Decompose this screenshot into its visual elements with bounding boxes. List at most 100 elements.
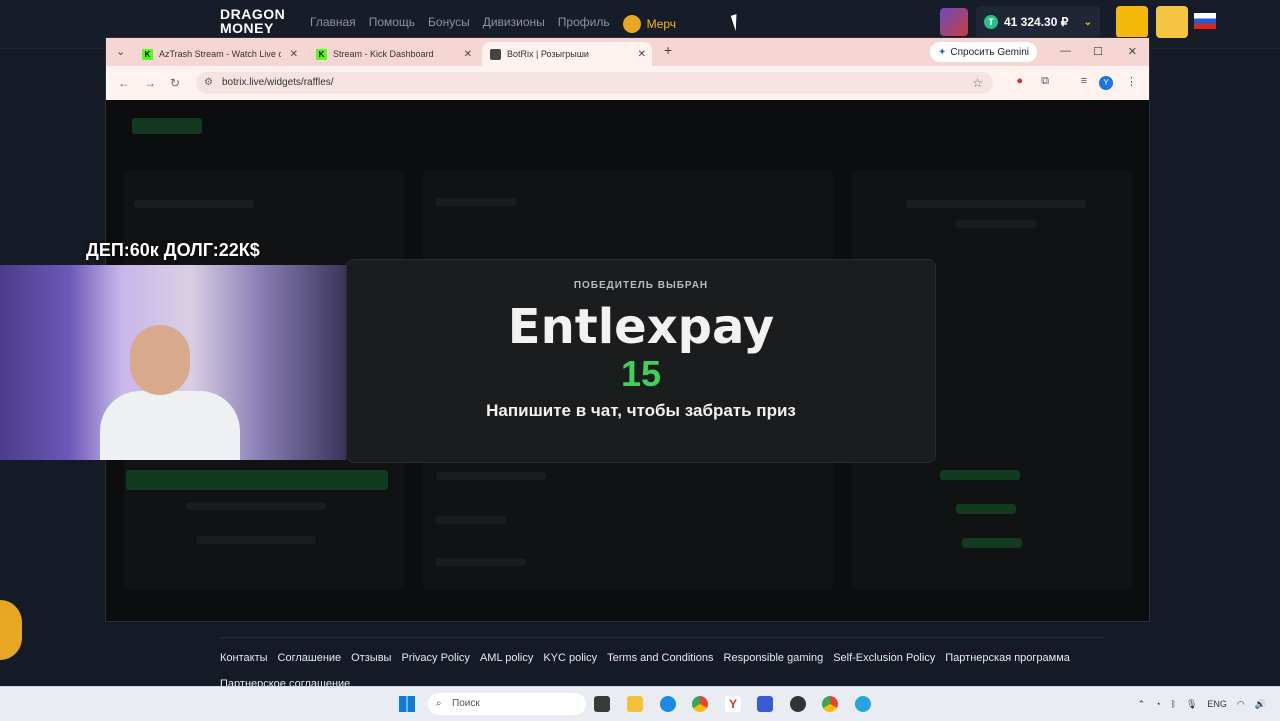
close-icon[interactable]: ✕ xyxy=(638,49,646,60)
edge-icon[interactable] xyxy=(660,696,676,712)
tab-bar: ⌄ K AzTrash Stream - Watch Live on ✕ K S… xyxy=(106,38,1149,66)
minimize-icon[interactable]: — xyxy=(1060,45,1071,57)
bg-button xyxy=(126,470,388,490)
new-tab-plus-icon[interactable]: + xyxy=(664,42,672,58)
site-info-icon[interactable]: ⚙ xyxy=(204,72,213,94)
bg-line xyxy=(436,198,516,206)
footer-link-self-exclusion[interactable]: Self-Exclusion Policy xyxy=(833,650,935,666)
chevron-down-icon: ⌄ xyxy=(1083,16,1092,28)
kick-icon: K xyxy=(142,48,153,60)
bookmark-star-icon[interactable]: ☆ xyxy=(972,72,983,94)
extension-icon[interactable]: ● xyxy=(1016,75,1023,87)
network-icon[interactable]: ◔ xyxy=(1155,699,1160,709)
maximize-icon[interactable]: ☐ xyxy=(1093,45,1103,58)
nav-profile[interactable]: Профиль xyxy=(558,15,610,33)
yandex-icon[interactable]: Y xyxy=(725,696,741,712)
russia-flag-icon[interactable] xyxy=(1194,13,1216,29)
footer-link-contacts[interactable]: Контакты xyxy=(220,650,268,666)
media-controls-icon[interactable]: ≡ xyxy=(1081,75,1087,87)
footer-link-responsible[interactable]: Responsible gaming xyxy=(724,650,824,666)
close-window-icon[interactable]: ✕ xyxy=(1128,45,1137,58)
chrome-icon[interactable] xyxy=(692,696,708,712)
tab-botrix-raffles[interactable]: BotRix | Розыгрыши ✕ xyxy=(482,42,652,66)
microphone-icon[interactable]: 🎙 xyxy=(1186,699,1197,710)
task-view-icon[interactable] xyxy=(594,696,610,712)
tab-aztrash-stream[interactable]: K AzTrash Stream - Watch Live on ✕ xyxy=(134,42,304,66)
logo-line-1: DRAGON xyxy=(220,6,286,22)
close-icon[interactable]: ✕ xyxy=(464,49,472,60)
botrix-icon xyxy=(490,48,501,60)
ask-gemini-button[interactable]: ✦ Спросить Gemini xyxy=(930,42,1037,62)
obs-icon[interactable] xyxy=(790,696,806,712)
balance-value: 41 324.30 ₽ xyxy=(1004,15,1069,29)
footer-link-agreement[interactable]: Соглашение xyxy=(278,650,342,666)
bg-line xyxy=(906,200,1086,208)
nav-divisions[interactable]: Дивизионы xyxy=(483,15,545,33)
nav-merch[interactable]: Мерч xyxy=(622,15,677,33)
ask-gemini-label: Спросить Gemini xyxy=(950,46,1029,58)
webcam-feed xyxy=(0,265,346,460)
address-bar: ← → ↻ ⚙ botrix.live/widgets/raffles/ ☆ ●… xyxy=(106,66,1149,100)
footer-link-reviews[interactable]: Отзывы xyxy=(351,650,391,666)
streamer-head xyxy=(130,325,190,395)
language-indicator[interactable]: ENG xyxy=(1207,699,1227,709)
nav-home[interactable]: Главная xyxy=(310,15,356,33)
bg-line xyxy=(186,502,326,510)
dragon-money-logo[interactable]: DRAGON MONEY xyxy=(220,7,290,35)
tab-title: Stream - Kick Dashboard xyxy=(333,49,434,59)
site-nav: Главная Помощь Бонусы Дивизионы Профиль … xyxy=(310,15,676,33)
reload-icon[interactable]: ↻ xyxy=(170,76,180,90)
volume-icon[interactable]: 🔊 xyxy=(1255,699,1266,710)
balance-dropdown[interactable]: T 41 324.30 ₽ ⌄ xyxy=(976,6,1100,38)
forward-icon[interactable]: → xyxy=(144,76,156,90)
wifi-icon[interactable]: ◠ xyxy=(1237,699,1245,710)
bg-bar xyxy=(962,538,1022,548)
nav-help[interactable]: Помощь xyxy=(369,15,415,33)
chart-app-icon[interactable] xyxy=(757,696,773,712)
footer-divider xyxy=(220,637,1105,638)
system-tray: ⌃ ◔ ᛒ 🎙 ENG ◠ 🔊 xyxy=(1138,687,1280,721)
file-explorer-icon[interactable] xyxy=(627,696,643,712)
nav-bonuses[interactable]: Бонусы xyxy=(428,15,470,33)
wallet-button[interactable] xyxy=(1116,6,1148,38)
claim-hint: Напишите в чат, чтобы забрать приз xyxy=(486,401,796,420)
claim-countdown: 15 xyxy=(620,353,662,394)
extensions-puzzle-icon[interactable]: ⧉ xyxy=(1041,75,1049,88)
search-icon: ⌕ xyxy=(436,698,442,709)
winner-name: Entlexpay xyxy=(507,299,775,355)
merch-label: Мерч xyxy=(646,17,677,31)
tab-search-icon[interactable]: ⌄ xyxy=(116,45,125,58)
footer-link-kyc[interactable]: KYC policy xyxy=(543,650,597,666)
telegram-icon[interactable] xyxy=(855,696,871,712)
show-hidden-icons-icon[interactable]: ⌃ xyxy=(1138,699,1146,710)
gemini-sparkle-icon: ✦ xyxy=(938,46,947,58)
deposit-debt-overlay: ДЕП:60к ДОЛГ:22К$ xyxy=(86,240,260,260)
coin-icon: T xyxy=(984,15,998,29)
tab-title: BotRix | Розыгрыши xyxy=(507,49,589,59)
close-icon[interactable]: ✕ xyxy=(290,49,298,60)
footer-link-aml[interactable]: AML policy xyxy=(480,650,533,666)
bluetooth-icon[interactable]: ᛒ xyxy=(1171,699,1176,709)
windows-start-icon[interactable] xyxy=(399,696,415,712)
tab-kick-dashboard[interactable]: K Stream - Kick Dashboard ✕ xyxy=(308,42,478,66)
tab-title: AzTrash Stream - Watch Live on xyxy=(159,49,281,59)
windows-taskbar: ⌕ Поиск Y ⌃ ◔ ᛒ 🎙 ENG ◠ 🔊 xyxy=(0,686,1280,721)
taskbar-search[interactable]: ⌕ Поиск xyxy=(428,693,586,715)
more-menu-icon[interactable]: ⋮ xyxy=(1126,75,1137,88)
logo-line-2: MONEY xyxy=(220,20,274,36)
url-input[interactable]: ⚙ botrix.live/widgets/raffles/ ☆ xyxy=(196,72,993,94)
footer-link-privacy[interactable]: Privacy Policy xyxy=(401,650,469,666)
streamer xyxy=(100,325,240,460)
wheel-chip-icon[interactable] xyxy=(0,600,22,660)
winner-selected-label: ПОБЕДИТЕЛЬ ВЫБРАН xyxy=(573,280,709,291)
chrome-active-icon[interactable] xyxy=(822,696,838,712)
taskbar-search-placeholder: Поиск xyxy=(452,698,480,709)
url-text: botrix.live/widgets/raffles/ xyxy=(222,77,334,88)
profile-avatar-icon[interactable]: Y xyxy=(1099,76,1113,90)
footer-link-terms[interactable]: Terms and Conditions xyxy=(607,650,713,666)
bg-line xyxy=(196,536,316,544)
game-avatar[interactable] xyxy=(940,8,968,36)
footer-link-partner-program[interactable]: Партнерская программа xyxy=(945,650,1070,666)
profile-avatar[interactable] xyxy=(1156,6,1188,38)
back-icon[interactable]: ← xyxy=(118,76,130,90)
